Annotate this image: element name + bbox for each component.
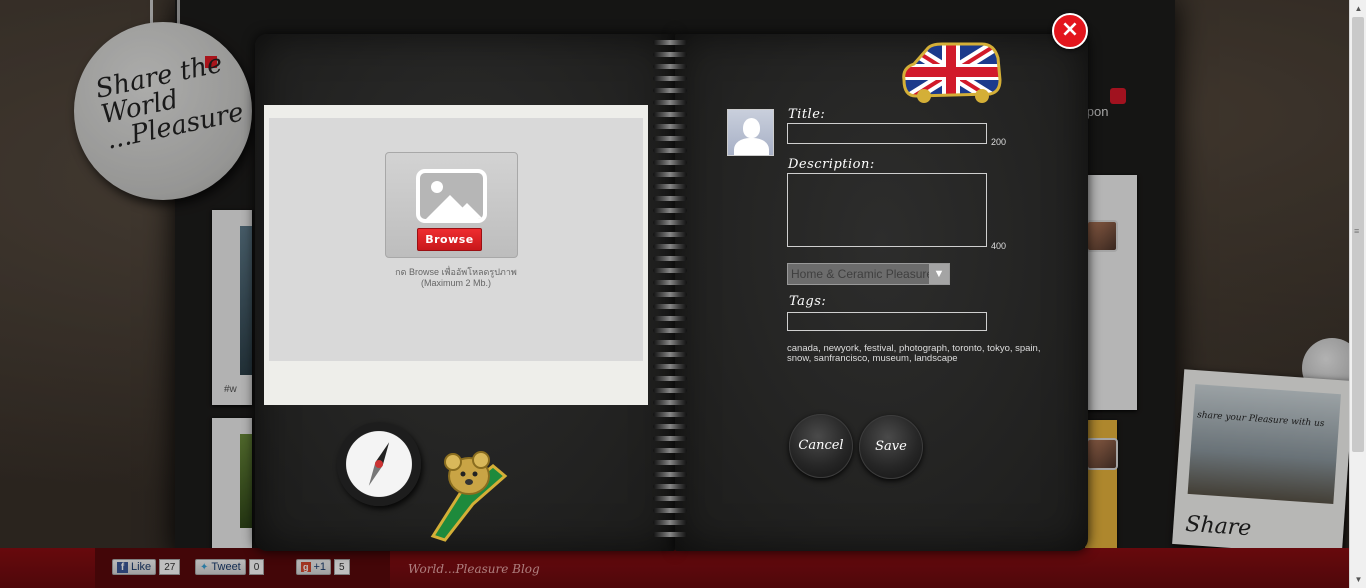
union-jack-car-decoration [902, 42, 1002, 103]
tags-examples: canada, newyork, festival, photograph, t… [787, 343, 1041, 364]
notebook-spiral [653, 40, 693, 545]
save-button[interactable]: Save [859, 415, 923, 479]
cancel-button[interactable]: Cancel [789, 414, 853, 478]
description-textarea[interactable] [787, 173, 987, 247]
koala-pin-decoration [430, 451, 508, 542]
title-label: Title: [788, 107, 826, 122]
notebook-left-page: Browse กด Browse เพื่ออัพโหลดรูปภาพ (Max… [255, 34, 675, 551]
title-input[interactable] [787, 123, 987, 144]
scroll-down-icon[interactable]: ▼ [1350, 571, 1366, 588]
compass-decoration [337, 422, 421, 506]
tags-input[interactable] [787, 312, 987, 331]
browse-button[interactable]: Browse [417, 228, 482, 251]
tags-label: Tags: [789, 294, 827, 309]
user-silhouette-icon [743, 118, 760, 138]
upload-dropzone[interactable]: Browse กด Browse เพื่ออัพโหลดรูปภาพ (Max… [269, 118, 643, 361]
category-select[interactable]: Home & Ceramic Pleasure ▼ [787, 263, 950, 285]
upload-hint-line2: (Maximum 2 Mb.) [420, 278, 491, 288]
upload-hint-line1: กด Browse เพื่ออัพโหลดรูปภาพ [395, 267, 517, 277]
upload-modal: Browse กด Browse เพื่ออัพโหลดรูปภาพ (Max… [255, 13, 1088, 551]
image-placeholder-icon [416, 169, 487, 223]
upload-frame: Browse กด Browse เพื่ออัพโหลดรูปภาพ (Max… [264, 105, 648, 405]
scrollbar-grip: ≡ [1354, 226, 1360, 236]
close-icon: × [1060, 17, 1080, 42]
title-char-limit: 200 [991, 137, 1007, 147]
scroll-up-icon[interactable]: ▲ [1350, 0, 1366, 17]
avatar [727, 109, 774, 156]
category-select-value: Home & Ceramic Pleasure [791, 267, 934, 281]
page-scrollbar[interactable]: ▲ ≡ ▼ [1349, 0, 1366, 588]
description-char-limit: 400 [991, 241, 1007, 251]
upload-tile[interactable]: Browse [385, 152, 518, 258]
close-modal-button[interactable]: × [1052, 13, 1088, 49]
upload-hint: กด Browse เพื่ออัพโหลดรูปภาพ (Maximum 2 … [269, 267, 643, 289]
chevron-down-icon[interactable]: ▼ [929, 264, 949, 284]
description-label: Description: [788, 157, 875, 172]
